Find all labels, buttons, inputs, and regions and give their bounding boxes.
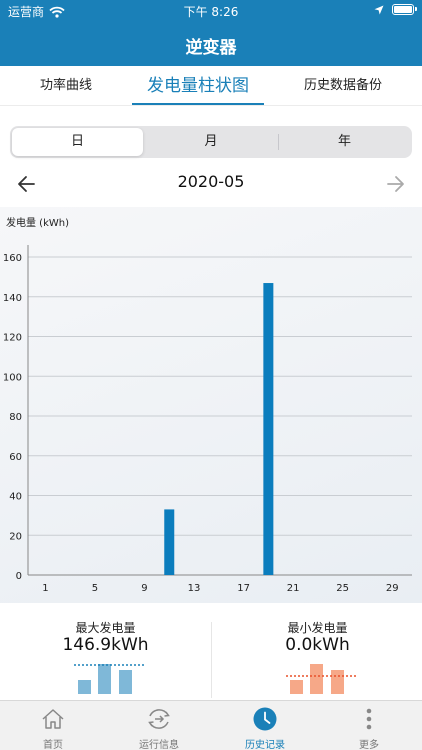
y-tick-label: 100 <box>3 372 22 383</box>
stat-max-value: 146.9kWh <box>62 635 149 655</box>
x-tick-label: 21 <box>287 583 300 594</box>
x-tick-label: 25 <box>336 583 349 594</box>
segment-year[interactable]: 年 <box>279 128 410 156</box>
max-bars-icon <box>74 664 144 694</box>
stat-min-value: 0.0kWh <box>285 635 350 655</box>
generation-bar-chart: 0 20 40 60 80 100 120 140 160 1 5 9 13 17 21 25 29 发电量 … <box>0 207 422 603</box>
y-tick-label: 20 <box>9 531 22 542</box>
status-right-group <box>374 4 417 15</box>
x-tick-label: 29 <box>386 583 399 594</box>
stat-max: 最大发电量 146.9kWh <box>0 618 211 700</box>
tab-power-curve[interactable]: 功率曲线 <box>0 66 132 106</box>
top-tabs: 功率曲线 发电量柱状图 历史数据备份 <box>0 66 422 106</box>
battery-icon <box>392 4 417 15</box>
y-axis-label: 发电量 (kWh) <box>6 216 69 229</box>
y-tick-label: 40 <box>9 492 22 503</box>
y-tick-label: 60 <box>9 452 22 463</box>
x-tick-label: 1 <box>42 583 48 594</box>
period-segmented-control: 日 月 年 <box>10 126 412 158</box>
app-header: 运营商 下午 8:26 逆变器 <box>0 0 422 66</box>
current-date-label: 2020-05 <box>177 172 245 191</box>
page-title: 逆变器 <box>185 38 237 58</box>
x-tick-label: 13 <box>188 583 201 594</box>
tab-history-backup[interactable]: 历史数据备份 <box>264 66 422 106</box>
history-clock-icon <box>253 707 277 731</box>
active-tab-underline <box>132 103 264 105</box>
stat-min-title: 最小发电量 <box>287 621 348 635</box>
min-bars-icon <box>286 664 356 694</box>
stat-min: 最小发电量 0.0kWh <box>212 618 422 700</box>
y-tick-label: 160 <box>3 253 22 264</box>
x-tick-label: 9 <box>141 583 147 594</box>
y-tick-label: 0 <box>16 571 22 582</box>
segment-month[interactable]: 月 <box>145 128 277 156</box>
main-content: 日 月 年 2020-05 0 20 40 60 80 100 120 140 160 1 5 9 1… <box>0 106 422 700</box>
x-tick-label: 17 <box>237 583 250 594</box>
tabbar-home-label: 首页 <box>43 740 63 750</box>
chart-svg: 0 20 40 60 80 100 120 140 160 1 5 9 13 17 21 25 29 发电量 … <box>3 216 412 594</box>
bar-day-19[interactable] <box>263 283 274 575</box>
tabbar-run-info-label: 运行信息 <box>139 740 179 750</box>
arrow-right-icon[interactable] <box>382 172 408 196</box>
stats-panel: 最大发电量 146.9kWh 最小发电量 0.0kWh <box>0 618 422 700</box>
home-icon <box>42 709 64 729</box>
tabbar-more[interactable]: 更多 <box>316 701 422 750</box>
segment-day[interactable]: 日 <box>12 128 143 156</box>
status-bar: 运营商 下午 8:26 <box>0 0 422 22</box>
y-tick-label: 80 <box>9 412 22 423</box>
status-time: 下午 8:26 <box>183 5 239 19</box>
stat-max-title: 最大发电量 <box>75 621 136 635</box>
tabbar-run-info[interactable]: 运行信息 <box>106 701 212 750</box>
tabbar-history-label: 历史记录 <box>245 740 285 750</box>
battery-fill <box>394 6 412 13</box>
bar-day-11[interactable] <box>164 509 175 575</box>
more-icon <box>366 708 372 730</box>
x-tick-label: 5 <box>92 583 98 594</box>
tab-generation-bar-chart[interactable]: 发电量柱状图 <box>132 66 264 106</box>
tabbar-more-label: 更多 <box>359 740 379 750</box>
run-info-icon <box>148 709 170 729</box>
y-tick-label: 140 <box>3 293 22 304</box>
bottom-tab-bar: 首页 运行信息 历史记录 更多 <box>0 700 422 750</box>
tabbar-home[interactable]: 首页 <box>0 701 106 750</box>
y-tick-label: 120 <box>3 333 22 344</box>
date-navigator: 2020-05 <box>0 166 422 202</box>
location-arrow-icon <box>374 5 384 14</box>
tabbar-history[interactable]: 历史记录 <box>212 701 318 750</box>
